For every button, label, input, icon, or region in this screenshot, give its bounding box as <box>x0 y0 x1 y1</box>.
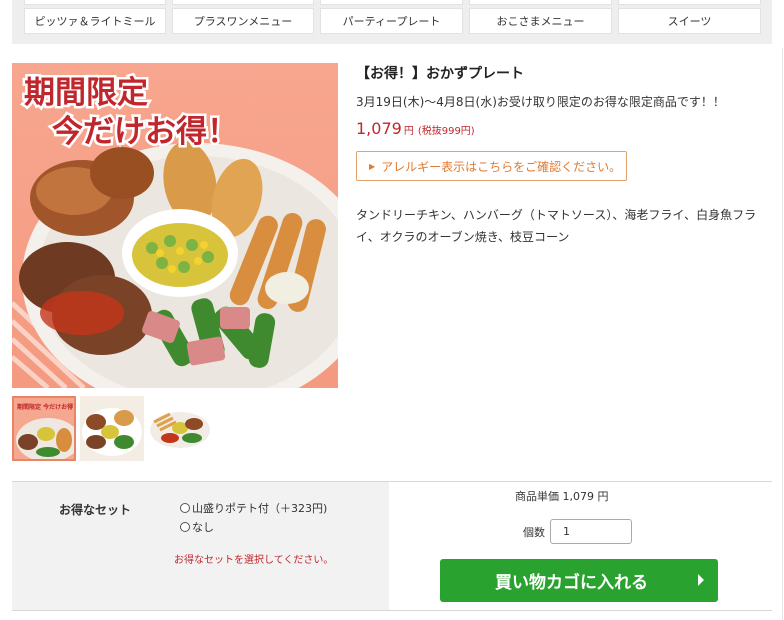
nav-item-sweets[interactable]: スイーツ <box>618 8 761 34</box>
nav-item-party-plate[interactable]: パーティープレート <box>320 8 463 34</box>
radio-none[interactable] <box>180 522 190 532</box>
thumbnail-1[interactable]: 期間限定 今だけお得！ <box>12 396 76 461</box>
option-potato-label: 山盛りポテト付（＋323円) <box>192 502 328 515</box>
nav-stub <box>469 0 612 5</box>
hero-banner-line1: 期間限定 <box>24 75 148 111</box>
option-none-label: なし <box>192 521 214 534</box>
set-label: お得なセット <box>59 503 132 517</box>
price-tax-note: (税抜999円) <box>417 126 475 137</box>
nav-stub <box>320 0 463 5</box>
allergy-link-label: アレルギー表示はこちらをご確認ください。 <box>381 159 622 174</box>
price-unit: 円 <box>403 126 414 137</box>
add-to-cart-label: 買い物カゴに入れる <box>495 573 648 593</box>
nav-item-plus-one[interactable]: プラスワンメニュー <box>172 8 314 34</box>
content-border <box>782 48 783 620</box>
thumbnail-2-image <box>80 396 144 461</box>
thumbnail-2[interactable] <box>80 396 144 461</box>
add-to-cart-button[interactable]: 買い物カゴに入れる <box>440 559 718 602</box>
unit-price: 商品単価 1,079 円 <box>515 490 609 503</box>
nav-item-kids-menu[interactable]: おこさまメニュー <box>469 8 612 34</box>
thumbnail-banner: 期間限定 今だけお得！ <box>16 403 76 411</box>
thumbnail-3-image <box>148 396 212 461</box>
set-warning: お得なセットを選択してください。 <box>174 555 334 566</box>
quantity-input[interactable] <box>550 519 632 544</box>
product-photo: 期間限定 今だけお得！ <box>12 63 338 388</box>
set-option-panel: お得なセット 山盛りポテト付（＋323円) なし お得なセットを選択してください… <box>12 482 389 610</box>
nav-stub <box>172 0 314 5</box>
quantity-label: 個数 <box>523 526 545 539</box>
product-title: 【お得！】おかずプレート <box>356 66 524 82</box>
thumbnail-1-image: 期間限定 今だけお得！ <box>14 398 76 459</box>
product-price: 1,079 円 (税抜999円) <box>356 119 475 138</box>
allergy-info-link[interactable]: ▶ アレルギー表示はこちらをご確認ください。 <box>356 151 627 181</box>
product-main-image: 期間限定 今だけお得！ <box>12 63 338 388</box>
radio-potato[interactable] <box>180 503 190 513</box>
nav-item-pizza[interactable]: ピッツァ＆ライトミール <box>24 8 166 34</box>
set-option-potato[interactable]: 山盛りポテト付（＋323円) <box>180 500 327 516</box>
hero-banner-line2: 今だけお得！ <box>52 114 238 150</box>
product-ingredients: タンドリーチキン、ハンバーグ（トマトソース）、海老フライ、白身魚フライ、オクラの… <box>356 208 757 244</box>
nav-stub <box>618 0 761 5</box>
thumbnail-3[interactable] <box>148 396 212 461</box>
product-description: 3月19日(木)〜4月8日(水)お受け取り限定のお得な限定商品です！！ <box>356 95 725 109</box>
nav-stub <box>24 0 166 5</box>
triangle-right-icon: ▶ <box>369 161 376 171</box>
chevron-right-icon <box>698 574 704 586</box>
set-option-none[interactable]: なし <box>180 519 214 535</box>
price-value: 1,079 <box>356 119 402 138</box>
